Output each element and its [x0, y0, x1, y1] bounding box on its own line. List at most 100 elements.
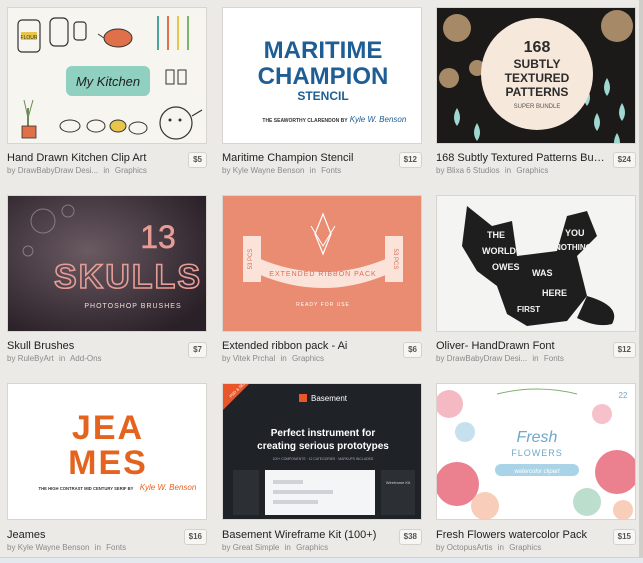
author-link[interactable]: Blixa 6 Studios — [447, 166, 500, 175]
maritime-title-line3: STENCIL — [297, 89, 348, 103]
product-card[interactable]: Fresh FLOWERS watercolor clipart 22 Fres… — [436, 383, 636, 553]
product-title[interactable]: 168 Subtly Textured Patterns Bun... — [436, 152, 606, 164]
product-title[interactable]: Hand Drawn Kitchen Clip Art — [7, 152, 177, 164]
skulls-illustration: 13 SKULLS PHOTOSHOP BRUSHES — [8, 196, 206, 331]
product-meta: by Blixa 6 Studios in Graphics — [436, 166, 548, 175]
basement-subtitle: 100+ COMPONENTS · 12 CATEGORIES · MARKUP… — [273, 457, 374, 461]
in-label: in — [280, 354, 287, 363]
maritime-title-line1: MARITIME — [264, 37, 383, 64]
ribbon-illustration: EXTENDED RIBBON PACK 53 PCS 53 PCS READY… — [243, 212, 403, 308]
product-card[interactable]: 168 SUBTLY TEXTURED PATTERNS SUPER BUNDL… — [436, 7, 636, 177]
ribbon-subtitle: READY FOR USE — [296, 302, 350, 308]
product-card[interactable]: PSD & SKETCH Basement Perfect instrument… — [222, 383, 422, 553]
my-kitchen-text: My Kitchen — [76, 74, 140, 89]
author-link[interactable]: Vitek Prchal — [233, 354, 276, 363]
maritime-illustration: MARITIME CHAMPION STENCIL THE SEAWORTHY … — [258, 37, 407, 124]
scrollbar[interactable] — [639, 0, 643, 563]
fox-illustration: THE WORLD OWES YOU NOTHING WAS HERE FIRS… — [462, 206, 615, 326]
product-title[interactable]: Skull Brushes — [7, 340, 177, 352]
category-link[interactable]: Graphics — [516, 166, 548, 175]
patterns-line4: PATTERNS — [506, 85, 569, 99]
by-label: by — [222, 166, 231, 175]
product-card[interactable]: JEA MES THE HIGH CONTRAST MID CENTURY SE… — [7, 383, 207, 553]
patterns-line3: TEXTURED — [505, 71, 570, 85]
fox-word-4: YOU — [565, 228, 585, 238]
flowers-illustration: Fresh FLOWERS watercolor clipart 22 — [437, 388, 635, 519]
price-badge: $16 — [183, 529, 207, 545]
product-card[interactable]: FLOUR My Kitchen Hand Drawn Kitchen Clip… — [7, 7, 207, 177]
product-title[interactable]: Basement Wireframe Kit (100+) — [222, 529, 392, 541]
price-badge: $12 — [398, 152, 422, 168]
product-meta: by RuleByArt in Add-Ons — [7, 354, 102, 363]
price-badge: $7 — [188, 342, 207, 358]
category-link[interactable]: Graphics — [296, 543, 328, 552]
product-title[interactable]: Jeames — [7, 529, 177, 541]
by-label: by — [222, 354, 231, 363]
basement-illustration: PSD & SKETCH Basement Perfect instrument… — [223, 384, 421, 519]
in-label: in — [284, 543, 291, 552]
fox-word-6: WAS — [532, 268, 553, 278]
product-meta: by OctopusArtis in Graphics — [436, 543, 541, 552]
category-link[interactable]: Fonts — [321, 166, 341, 175]
author-link[interactable]: DrawBabyDraw Desi... — [18, 166, 98, 175]
jeames-line2: MES — [68, 444, 148, 482]
category-link[interactable]: Graphics — [292, 354, 324, 363]
basement-headline-2: creating serious prototypes — [257, 441, 389, 452]
product-card[interactable]: EXTENDED RIBBON PACK 53 PCS 53 PCS READY… — [222, 195, 422, 365]
maritime-signature: Kyle W. Benson — [350, 115, 407, 124]
product-card[interactable]: 13 SKULLS PHOTOSHOP BRUSHES Skull Brushe… — [7, 195, 207, 365]
product-card[interactable]: MARITIME CHAMPION STENCIL THE SEAWORTHY … — [222, 7, 422, 177]
product-thumbnail[interactable]: MARITIME CHAMPION STENCIL THE SEAWORTHY … — [222, 7, 422, 144]
basement-brand: Basement — [311, 394, 348, 403]
price-badge: $24 — [612, 152, 636, 168]
jeames-subtitle: THE HIGH CONTRAST MID CENTURY SERIF BY — [39, 486, 134, 491]
product-card[interactable]: THE WORLD OWES YOU NOTHING WAS HERE FIRS… — [436, 195, 636, 365]
fox-word-5: NOTHING — [555, 243, 592, 252]
product-thumbnail[interactable]: THE WORLD OWES YOU NOTHING WAS HERE FIRS… — [436, 195, 636, 332]
in-label: in — [309, 166, 316, 175]
category-link[interactable]: Graphics — [509, 543, 541, 552]
by-label: by — [222, 543, 231, 552]
by-label: by — [436, 543, 445, 552]
fox-word-1: THE — [487, 230, 505, 240]
product-title[interactable]: Extended ribbon pack - Ai — [222, 340, 392, 352]
product-thumbnail[interactable]: EXTENDED RIBBON PACK 53 PCS 53 PCS READY… — [222, 195, 422, 332]
category-link[interactable]: Graphics — [115, 166, 147, 175]
author-link[interactable]: Kyle Wayne Benson — [18, 543, 90, 552]
in-label: in — [94, 543, 101, 552]
ribbon-text: EXTENDED RIBBON PACK — [269, 271, 376, 278]
product-title[interactable]: Oliver- HandDrawn Font — [436, 340, 606, 352]
author-link[interactable]: Kyle Wayne Benson — [233, 166, 305, 175]
flowers-count: 22 — [619, 391, 628, 400]
author-link[interactable]: RuleByArt — [18, 354, 54, 363]
author-link[interactable]: DrawBabyDraw Desi... — [447, 354, 527, 363]
patterns-illustration: 168 SUBTLY TEXTURED PATTERNS SUPER BUNDL… — [439, 10, 633, 143]
product-thumbnail[interactable]: Fresh FLOWERS watercolor clipart 22 — [436, 383, 636, 520]
fox-word-8: FIRST — [517, 305, 540, 314]
category-link[interactable]: Fonts — [106, 543, 126, 552]
author-link[interactable]: OctopusArtis — [447, 543, 493, 552]
product-thumbnail[interactable]: PSD & SKETCH Basement Perfect instrument… — [222, 383, 422, 520]
author-link[interactable]: Great Simple — [233, 543, 280, 552]
price-badge: $6 — [403, 342, 422, 358]
category-link[interactable]: Add-Ons — [70, 354, 102, 363]
product-title[interactable]: Maritime Champion Stencil — [222, 152, 392, 164]
price-badge: $12 — [612, 342, 636, 358]
ribbon-left-count: 53 PCS — [248, 249, 254, 270]
price-badge: $5 — [188, 152, 207, 168]
product-thumbnail[interactable]: 13 SKULLS PHOTOSHOP BRUSHES — [7, 195, 207, 332]
category-link[interactable]: Fonts — [544, 354, 564, 363]
price-badge: $15 — [612, 529, 636, 545]
product-title[interactable]: Fresh Flowers watercolor Pack — [436, 529, 606, 541]
product-thumbnail[interactable]: 168 SUBTLY TEXTURED PATTERNS SUPER BUNDL… — [436, 7, 636, 144]
product-thumbnail[interactable]: FLOUR My Kitchen — [7, 7, 207, 144]
flowers-title-1: Fresh — [517, 429, 558, 446]
product-thumbnail[interactable]: JEA MES THE HIGH CONTRAST MID CENTURY SE… — [7, 383, 207, 520]
by-label: by — [7, 543, 16, 552]
in-label: in — [497, 543, 504, 552]
basement-headline-1: Perfect instrument for — [271, 428, 376, 439]
maritime-subtitle: THE SEAWORTHY CLARENDON BY — [262, 118, 348, 124]
product-meta: by Kyle Wayne Benson in Fonts — [7, 543, 126, 552]
patterns-subtitle: SUPER BUNDLE — [514, 104, 561, 110]
product-meta: by Great Simple in Graphics — [222, 543, 328, 552]
